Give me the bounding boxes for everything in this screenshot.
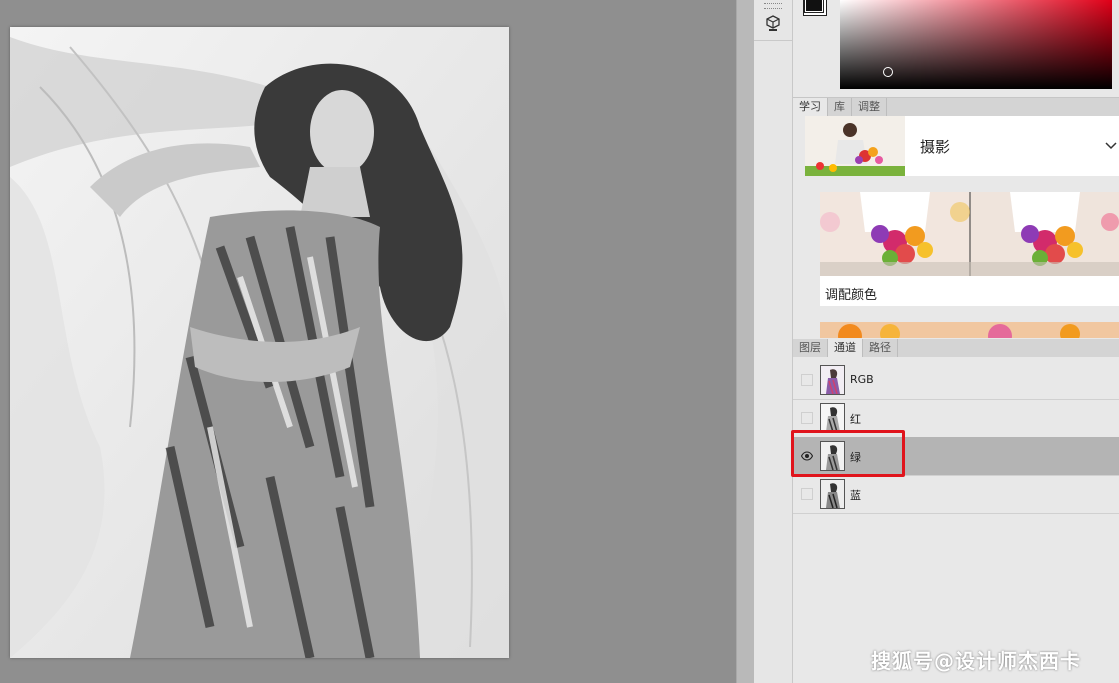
tab-learn[interactable]: 学习: [793, 98, 828, 116]
tab-adjustments[interactable]: 调整: [852, 98, 887, 116]
foreground-color-swatch[interactable]: [804, 0, 824, 13]
channels-tabbar: 图层 通道 路径: [793, 339, 1119, 358]
divider: [754, 40, 792, 41]
learn-tabbar: 学习 库 调整: [793, 98, 1119, 117]
channel-thumbnail: [820, 365, 845, 395]
panel-divider[interactable]: [736, 0, 755, 683]
tutorial-card[interactable]: 调配颜色: [820, 192, 1119, 306]
tab-paths[interactable]: 路径: [863, 339, 898, 357]
collapsed-panel-strip: [754, 0, 793, 683]
3d-icon[interactable]: [765, 14, 781, 32]
document-image[interactable]: [10, 27, 509, 658]
channel-row-blue[interactable]: 蓝: [793, 475, 1119, 514]
learn-section-header[interactable]: 摄影: [805, 116, 1119, 176]
tutorial-card-image: [820, 192, 1119, 276]
section-thumbnail: [805, 116, 905, 176]
channels-panel: RGB 红 绿 蓝: [793, 357, 1119, 683]
channel-name: 红: [850, 413, 861, 426]
picker-cursor[interactable]: [883, 67, 893, 77]
right-panels: 学习 库 调整 摄影 调配颜色 图层 通道 路径 RGB 红 绿 蓝: [793, 0, 1119, 683]
selection-highlight-box: [791, 430, 905, 477]
visibility-toggle[interactable]: [801, 488, 813, 500]
tab-libraries[interactable]: 库: [828, 98, 852, 116]
learn-panel: 摄影 调配颜色: [793, 116, 1119, 338]
tutorial-card-next[interactable]: [820, 322, 1119, 338]
section-title: 摄影: [920, 138, 951, 156]
tab-channels[interactable]: 通道: [828, 339, 863, 357]
visibility-toggle[interactable]: [801, 412, 813, 424]
channel-row-rgb[interactable]: RGB: [793, 361, 1119, 400]
channel-thumbnail: [820, 403, 845, 433]
chevron-down-icon[interactable]: [1105, 138, 1117, 154]
channel-thumbnail: [820, 479, 845, 509]
tab-layers[interactable]: 图层: [793, 339, 828, 357]
tutorial-card-label: 调配颜色: [825, 288, 878, 303]
visibility-toggle[interactable]: [801, 374, 813, 386]
watermark: 搜狐号@设计师杰西卡: [871, 649, 1081, 673]
canvas-area[interactable]: [0, 0, 736, 683]
panel-grip[interactable]: [764, 3, 782, 9]
channel-name: RGB: [850, 373, 874, 386]
channel-name: 蓝: [850, 489, 861, 502]
color-picker-field[interactable]: [840, 0, 1112, 89]
color-panel: [793, 0, 1119, 98]
